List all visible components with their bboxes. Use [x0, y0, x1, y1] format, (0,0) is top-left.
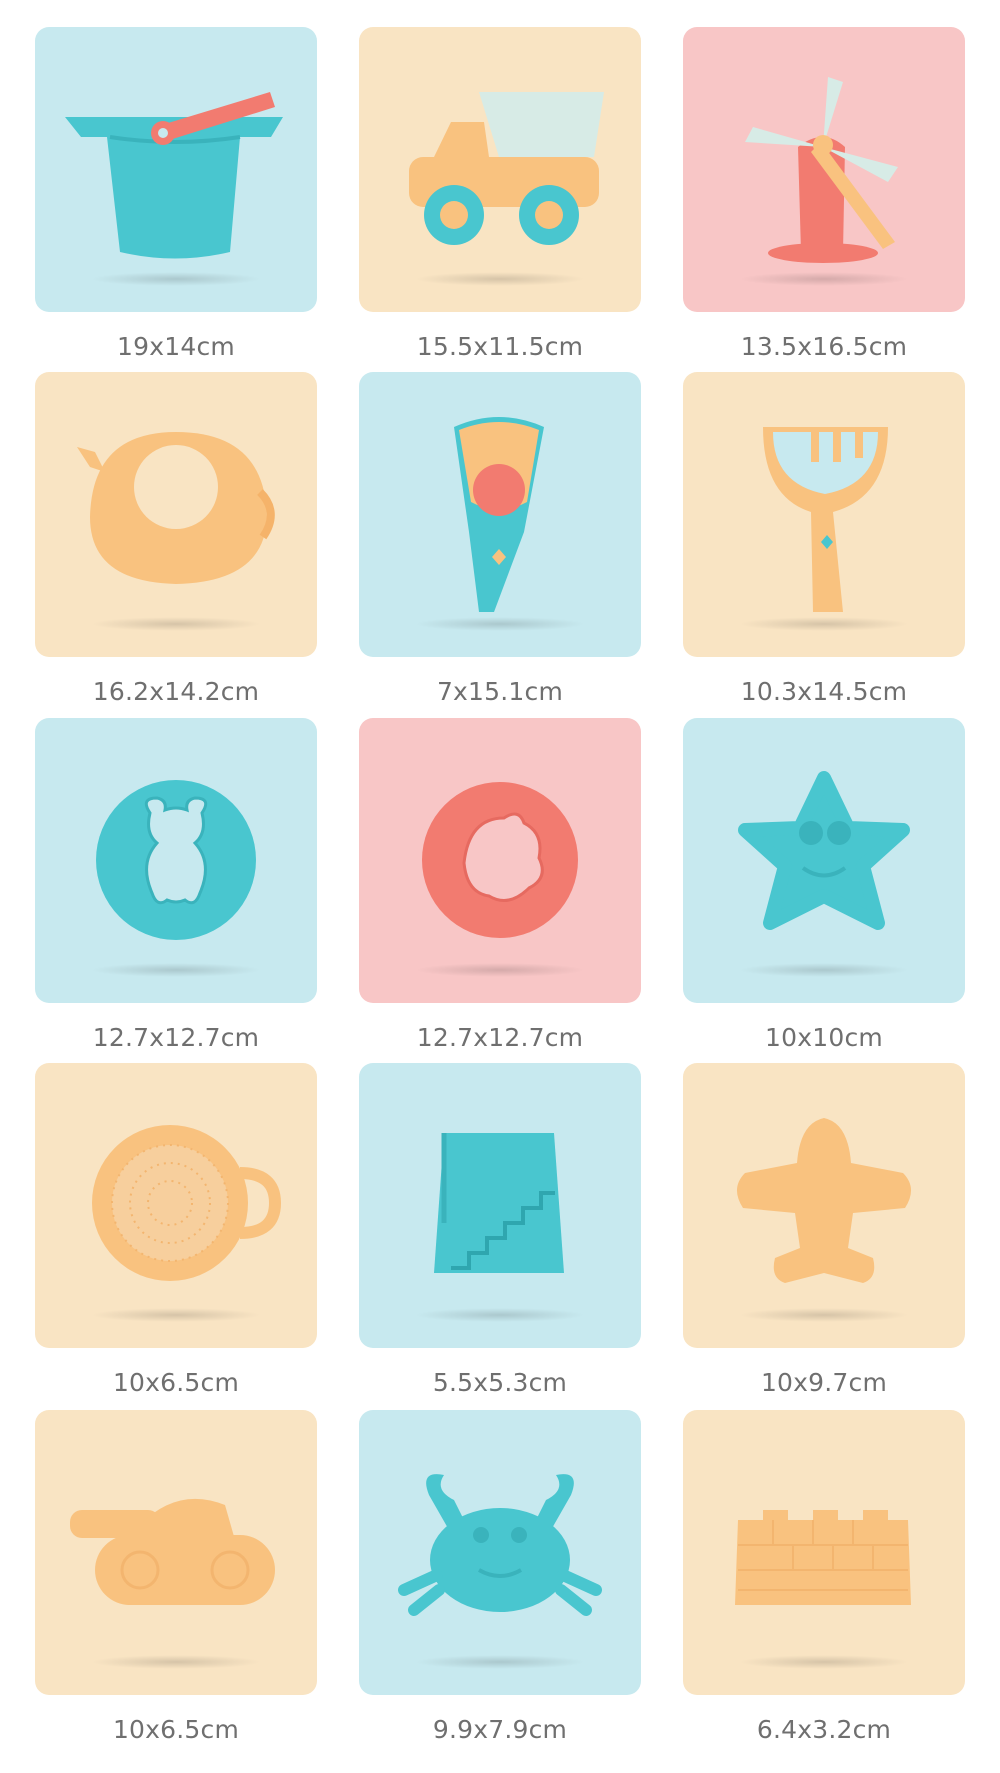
- product-card: [359, 718, 641, 1003]
- size-caption: 10x9.7cm: [760, 1368, 888, 1397]
- crab-mold-icon: [398, 1474, 602, 1616]
- product-card: [35, 372, 317, 657]
- product-card: [359, 1063, 641, 1348]
- product-card: [683, 372, 965, 657]
- castle-mold-icon: [735, 1510, 911, 1605]
- product-card: [35, 1410, 317, 1695]
- size-caption: 12.7x12.7cm: [416, 1023, 584, 1052]
- product-card: [35, 27, 317, 312]
- product-card: [359, 372, 641, 657]
- size-caption: 10x6.5cm: [112, 1368, 240, 1397]
- product-size-grid: 19x14cm 15.5x11.5cm 13.5x16.5cm 16.2x14.…: [0, 0, 1000, 1773]
- size-caption: 7x15.1cm: [436, 677, 564, 706]
- size-caption: 10.3x14.5cm: [740, 677, 908, 706]
- size-caption: 5.5x5.3cm: [432, 1368, 568, 1397]
- size-caption: 6.4x3.2cm: [756, 1715, 892, 1744]
- bear-mold-icon: [96, 780, 256, 940]
- product-card: [683, 27, 965, 312]
- product-card: [35, 1063, 317, 1348]
- size-caption: 10x6.5cm: [112, 1715, 240, 1744]
- airplane-mold-icon: [736, 1118, 912, 1283]
- size-caption: 15.5x11.5cm: [416, 332, 584, 361]
- product-card: [683, 1063, 965, 1348]
- product-card: [359, 1410, 641, 1695]
- sieve-icon: [92, 1125, 282, 1281]
- size-caption: 10x10cm: [765, 1023, 883, 1052]
- product-card: [35, 718, 317, 1003]
- size-caption: 9.9x7.9cm: [432, 1715, 568, 1744]
- watering-can-icon: [77, 432, 275, 584]
- size-caption: 13.5x16.5cm: [740, 332, 908, 361]
- dump-truck-icon: [409, 92, 604, 245]
- size-caption: 19x14cm: [117, 332, 235, 361]
- product-card: [359, 27, 641, 312]
- product-card: [683, 718, 965, 1003]
- fish-mold-icon: [422, 782, 578, 938]
- starfish-mold-icon: [738, 771, 910, 930]
- sieve-scoop-icon: [454, 417, 544, 612]
- bucket-icon: [65, 92, 283, 259]
- size-caption: 16.2x14.2cm: [92, 677, 260, 706]
- size-caption: 12.7x12.7cm: [92, 1023, 260, 1052]
- tank-mold-icon: [70, 1498, 275, 1605]
- product-card: [683, 1410, 965, 1695]
- windmill-icon: [745, 77, 898, 263]
- stairs-mold-icon: [434, 1133, 564, 1273]
- rake-spade-icon: [763, 427, 888, 612]
